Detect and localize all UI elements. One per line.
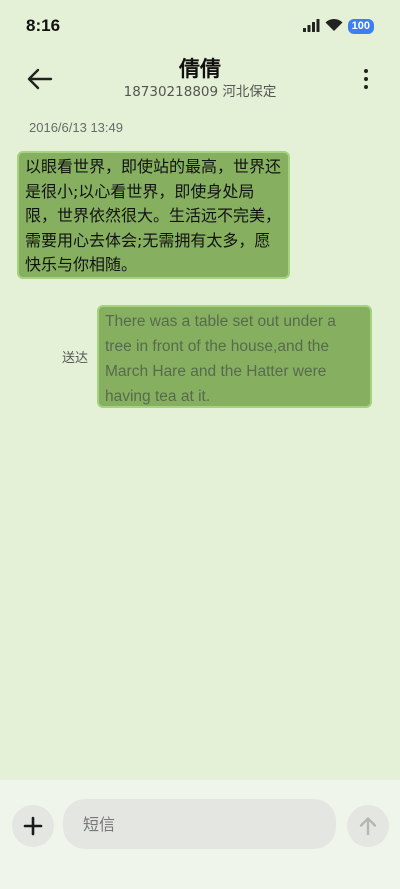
- status-icons: 100: [302, 17, 374, 36]
- signal-icon: [302, 17, 320, 36]
- received-message-bubble[interactable]: 以眼看世界，即使站的最高，世界还是很小;以心看世界，即使身处局限，世界依然很大。…: [17, 151, 290, 279]
- conversation-header: 倩倩 18730218809 河北保定: [0, 52, 400, 106]
- message-timestamp: 2016/6/13 13:49: [29, 120, 123, 135]
- send-arrow-up-icon: [359, 817, 377, 836]
- status-bar: 8:16 100: [0, 0, 400, 52]
- sms-text-input[interactable]: [63, 799, 336, 849]
- messages-screen: 8:16 100 倩倩 18730218809 河北保定 2016/6/13 1…: [0, 0, 400, 889]
- more-options-button[interactable]: [358, 66, 374, 92]
- more-vertical-icon: [364, 69, 368, 73]
- contact-title-block: 倩倩 18730218809 河北保定: [0, 55, 400, 102]
- wifi-icon: [325, 17, 343, 36]
- status-time: 8:16: [26, 16, 61, 35]
- contact-name: 倩倩: [179, 57, 221, 81]
- add-attachment-button[interactable]: [12, 805, 54, 847]
- message-composer: [0, 780, 400, 889]
- send-button[interactable]: [347, 805, 389, 847]
- battery-icon: 100: [347, 18, 374, 34]
- sent-message-bubble[interactable]: There was a table set out under a tree i…: [97, 305, 372, 408]
- sent-status-label: 送达: [62, 351, 89, 366]
- plus-icon: [23, 816, 43, 836]
- contact-number-location: 18730218809 河北保定: [123, 84, 277, 100]
